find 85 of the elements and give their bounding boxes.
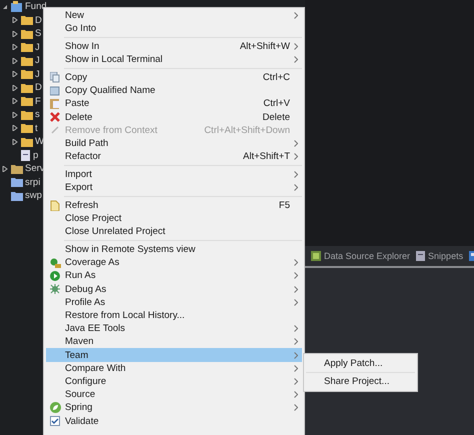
expand-arrow-icon[interactable] — [12, 71, 18, 78]
expand-arrow-icon[interactable] — [2, 4, 8, 10]
tree-item[interactable]: p — [33, 150, 38, 161]
folder-icon — [21, 82, 33, 93]
expand-arrow-icon[interactable] — [12, 17, 18, 24]
menu-item[interactable]: Paste Ctrl+V — [46, 97, 302, 110]
menu-item[interactable]: Go Into — [46, 22, 302, 36]
menu-item[interactable]: Copy Ctrl+C — [46, 70, 302, 84]
copy-icon — [50, 86, 60, 96]
folder-icon — [21, 96, 33, 106]
folder-icon — [11, 164, 23, 174]
tree-item[interactable]: S — [35, 28, 42, 40]
tree-item[interactable]: F — [35, 96, 41, 107]
panel-tab[interactable]: Snippets — [416, 251, 464, 261]
menu-item[interactable]: Configure — [46, 374, 302, 388]
expand-arrow-icon[interactable] — [12, 125, 18, 132]
expand-arrow-icon[interactable] — [12, 84, 18, 91]
menu-item[interactable]: Run As — [46, 269, 302, 283]
folder-icon — [21, 28, 33, 39]
menu-item[interactable]: Show in Remote Systems view — [46, 242, 302, 256]
copy-icon — [50, 72, 60, 84]
tree-item[interactable]: J — [35, 55, 40, 66]
coverage-icon — [50, 258, 60, 268]
expand-arrow-icon[interactable] — [12, 138, 18, 145]
menu-item[interactable]: Show in Local Terminal — [46, 53, 302, 66]
tree-item[interactable]: J — [35, 42, 40, 53]
folder-icon — [21, 42, 33, 52]
remove-icon — [51, 126, 59, 134]
menu-item[interactable]: Debug As — [46, 282, 302, 296]
tree-item[interactable]: t — [35, 122, 38, 134]
checkbox-icon — [50, 416, 60, 426]
menu-item[interactable]: Maven — [46, 335, 302, 348]
menu-item[interactable]: Refresh F5 — [46, 198, 302, 212]
leaf-icon — [50, 402, 60, 414]
menu-item[interactable]: Refactor Alt+Shift+T — [46, 150, 302, 164]
menu-item[interactable]: Show In Alt+Shift+W — [46, 40, 302, 54]
menu-item[interactable]: Import — [46, 168, 302, 182]
menu-item[interactable]: Profile As — [46, 296, 302, 309]
menu-item[interactable]: Validate — [46, 414, 302, 428]
folder-icon — [11, 177, 23, 188]
folder-icon — [21, 69, 33, 80]
expand-arrow-icon[interactable] — [12, 30, 18, 37]
menu-item[interactable]: Close Unrelated Project — [46, 225, 302, 238]
menu-item[interactable]: New — [46, 9, 302, 22]
tree-item[interactable]: D — [35, 14, 42, 26]
folder-icon — [11, 190, 23, 201]
folder-icon — [21, 136, 33, 147]
expand-arrow-icon[interactable] — [12, 112, 18, 118]
folder-icon — [21, 123, 33, 134]
panel-tab[interactable]: Data Source Explorer — [311, 251, 410, 261]
tree-item[interactable]: s — [35, 109, 40, 120]
document-icon — [416, 251, 426, 261]
refresh-icon — [50, 200, 60, 211]
menu-item[interactable]: Spring — [46, 401, 302, 414]
run-icon — [50, 270, 60, 281]
tree-item[interactable]: D — [35, 82, 42, 94]
menu-item[interactable]: Share Project... — [304, 374, 417, 389]
folder-icon — [21, 110, 33, 120]
menu-item[interactable]: Export — [46, 181, 302, 194]
tree-item[interactable]: J — [35, 68, 40, 80]
menu-item[interactable]: Coverage As — [46, 256, 302, 270]
project-icon — [11, 1, 23, 12]
menu-item[interactable]: Source — [46, 388, 302, 402]
menu-item[interactable]: Restore from Local History... — [46, 308, 302, 322]
expand-arrow-icon[interactable] — [12, 98, 18, 104]
file-icon — [21, 150, 31, 161]
folder-icon — [21, 56, 33, 66]
bug-icon — [50, 284, 60, 294]
menu-item[interactable]: Delete Delete — [46, 110, 302, 124]
tree-item[interactable]: swp — [25, 190, 42, 202]
menu-item[interactable]: Team — [46, 348, 302, 362]
menu-item[interactable]: Apply Patch... — [304, 356, 417, 371]
expand-arrow-icon[interactable] — [2, 166, 8, 172]
clipboard-icon — [50, 98, 60, 110]
folder-icon — [21, 15, 33, 26]
tree-item[interactable]: srpi — [25, 176, 40, 188]
menu-item[interactable]: Java EE Tools — [46, 322, 302, 336]
menu-item[interactable]: Compare With — [46, 362, 302, 375]
menu-item[interactable]: Build Path — [46, 136, 302, 150]
expand-arrow-icon[interactable] — [12, 58, 18, 64]
menu-item[interactable]: Close Project — [46, 212, 302, 226]
delete-icon — [50, 112, 60, 122]
grid-icon — [311, 251, 321, 261]
expand-arrow-icon[interactable] — [12, 44, 18, 50]
menu-item[interactable]: Copy Qualified Name — [46, 84, 302, 98]
